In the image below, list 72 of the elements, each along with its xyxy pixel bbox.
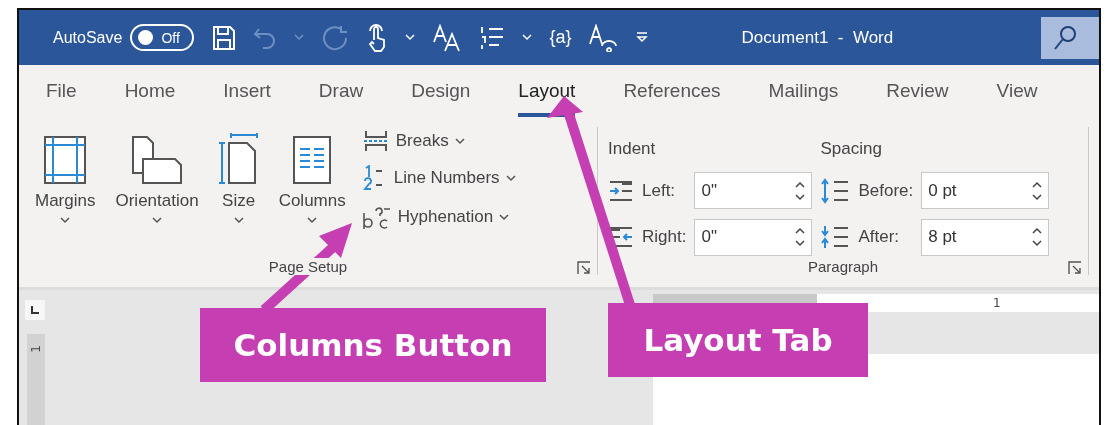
- tab-stop-selector[interactable]: [25, 300, 45, 320]
- toolbar-button[interactable]: {a}: [549, 27, 572, 48]
- spin-field[interactable]: 0": [694, 172, 813, 210]
- indent-right-icon: [608, 226, 634, 249]
- spinner-arrows-icon[interactable]: [795, 179, 806, 203]
- chevron-icon: [522, 34, 533, 41]
- autosave-label: AutoSave: [53, 28, 123, 47]
- chevron-icon: [505, 174, 516, 182]
- chevron-icon: [454, 137, 465, 145]
- dialog-launcher-icon[interactable]: [1068, 261, 1082, 275]
- ribbon-button[interactable]: Margins: [33, 131, 98, 258]
- field-label: Left:: [642, 181, 677, 201]
- ribbon-button[interactable]: Hyphenation: [361, 203, 516, 231]
- spacing-before-icon: [820, 178, 851, 204]
- spacing-after-icon: [820, 224, 851, 251]
- toolbar-button[interactable]: [432, 23, 463, 52]
- ribbon-tab[interactable]: File: [46, 65, 77, 117]
- callout-label: Columns Button: [200, 308, 546, 382]
- spin-field[interactable]: 0": [694, 218, 813, 256]
- chevron-icon: [405, 34, 416, 41]
- toolbar-button[interactable]: [479, 24, 506, 51]
- ribbon-tab[interactable]: Review: [886, 65, 949, 117]
- callout-label: Layout Tab: [608, 303, 868, 377]
- ribbon-tab[interactable]: Home: [124, 65, 176, 117]
- toolbar-button[interactable]: [588, 23, 619, 52]
- section-heading: Indent: [608, 139, 657, 161]
- chevron-icon: [233, 217, 244, 224]
- search-icon: [1053, 24, 1077, 51]
- chevron-icon: [499, 213, 510, 221]
- page-breaks-icon: [361, 129, 390, 153]
- section-heading: Spacing: [820, 139, 883, 161]
- ribbon-button[interactable]: Columns: [276, 131, 348, 258]
- save-icon: [212, 24, 237, 51]
- redo-icon: [321, 23, 350, 52]
- chevron-icon: [60, 217, 71, 224]
- chevron-icon: [152, 217, 163, 224]
- ribbon-tab[interactable]: Insert: [223, 65, 271, 117]
- left-tab-icon: [31, 306, 39, 314]
- customize-icon: [635, 30, 650, 45]
- field-label: Right:: [642, 227, 687, 248]
- chevron-icon: [294, 34, 305, 41]
- search-field[interactable]: [1041, 16, 1099, 59]
- ribbon-tab[interactable]: Draw: [318, 65, 364, 117]
- page-size-icon: [218, 133, 259, 185]
- toolbar-button[interactable]: [212, 24, 237, 51]
- list-icon: [479, 24, 506, 51]
- ribbon-button[interactable]: Size: [216, 131, 261, 258]
- ruler-number: 1: [29, 345, 43, 353]
- spin-field[interactable]: 0 pt: [921, 172, 1050, 210]
- field-label: Before:: [858, 181, 914, 201]
- field-label: After:: [858, 227, 901, 248]
- font-size-icon: [432, 23, 463, 52]
- ribbon-tab[interactable]: Design: [411, 65, 471, 117]
- ribbon-button[interactable]: Orientation: [113, 131, 201, 258]
- accessibility-icon: [588, 23, 619, 52]
- dialog-launcher-icon[interactable]: [577, 261, 591, 275]
- ribbon-button[interactable]: Line Numbers: [361, 165, 516, 191]
- toolbar-button[interactable]: [635, 30, 650, 45]
- ruler-number: 1: [993, 296, 1001, 310]
- ribbon-tab[interactable]: Mailings: [768, 65, 839, 117]
- ribbon-button[interactable]: Breaks: [361, 129, 516, 153]
- columns-icon: [292, 135, 333, 185]
- autosave-toggle[interactable]: Off: [130, 24, 195, 51]
- indent-left-icon: [608, 180, 634, 202]
- window-title: Document1 - Word: [741, 27, 894, 48]
- spin-field[interactable]: 8 pt: [921, 218, 1050, 256]
- spinner-arrows-icon[interactable]: [1032, 179, 1043, 203]
- margins-icon: [43, 135, 88, 185]
- chevron-icon: [307, 217, 318, 224]
- ribbon-tab[interactable]: References: [623, 65, 721, 117]
- orientation-icon: [131, 135, 184, 185]
- ribbon-tab[interactable]: View: [996, 65, 1038, 117]
